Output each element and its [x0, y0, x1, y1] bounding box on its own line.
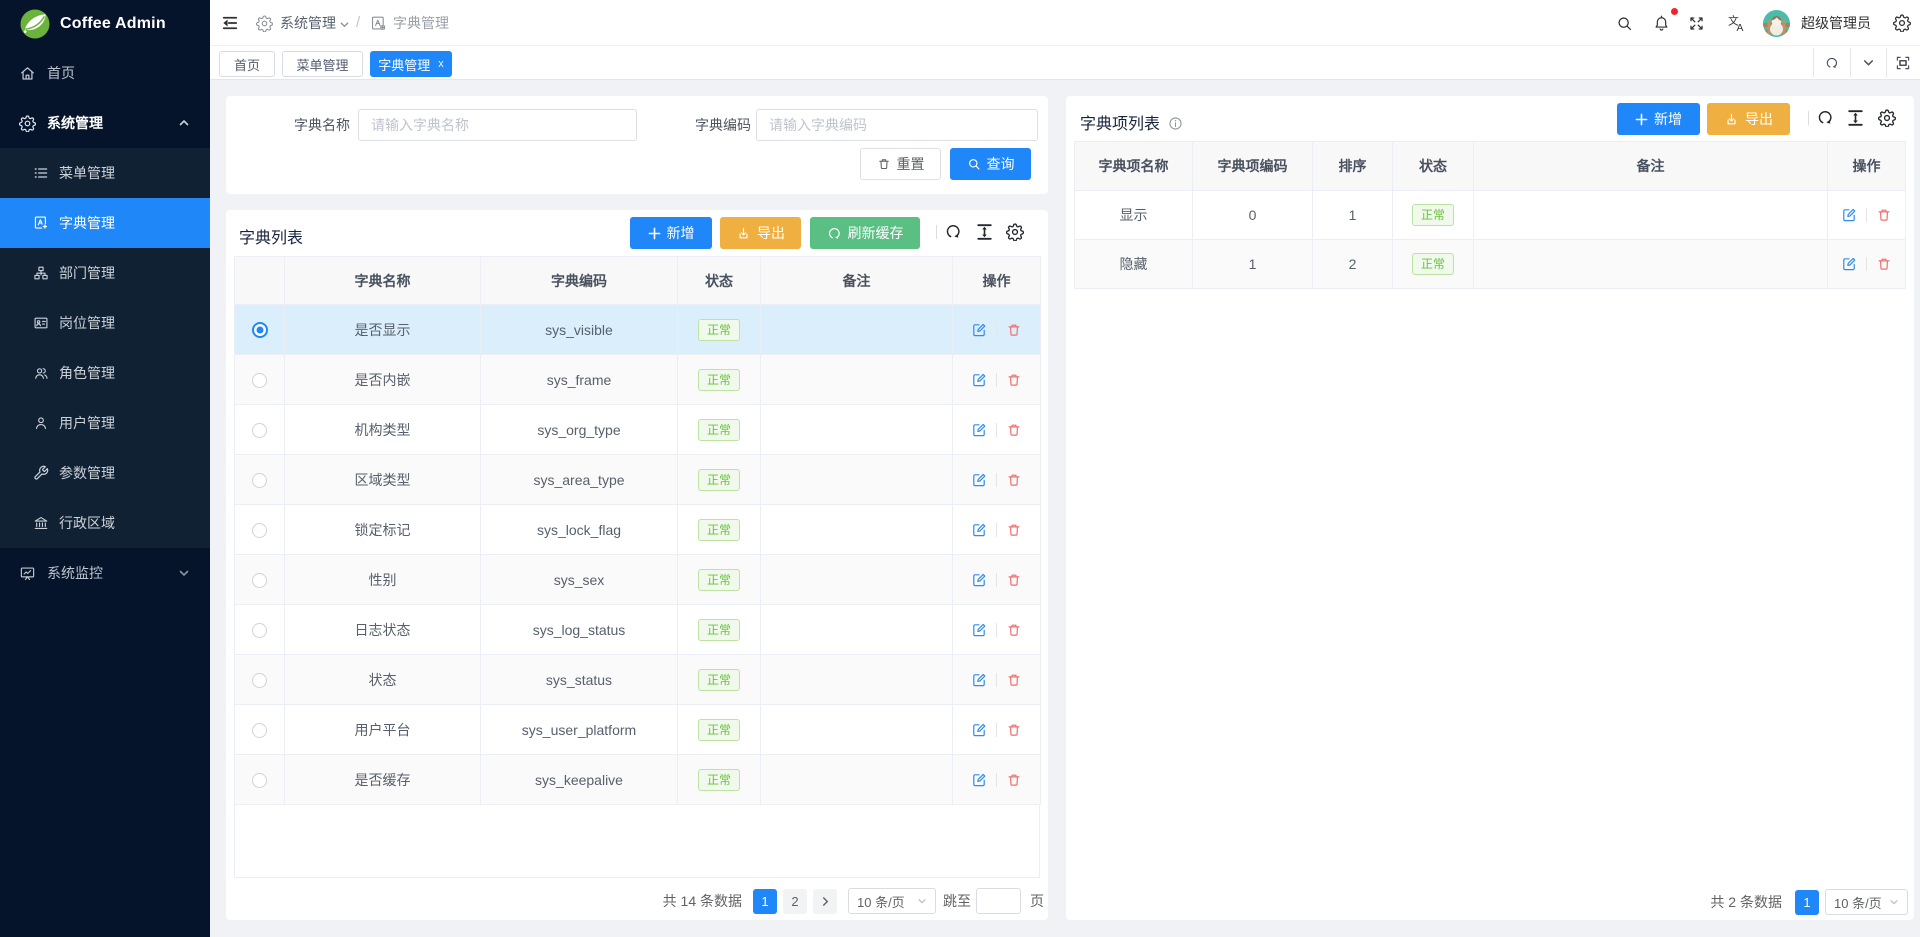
svg-text:A: A [1737, 23, 1744, 33]
